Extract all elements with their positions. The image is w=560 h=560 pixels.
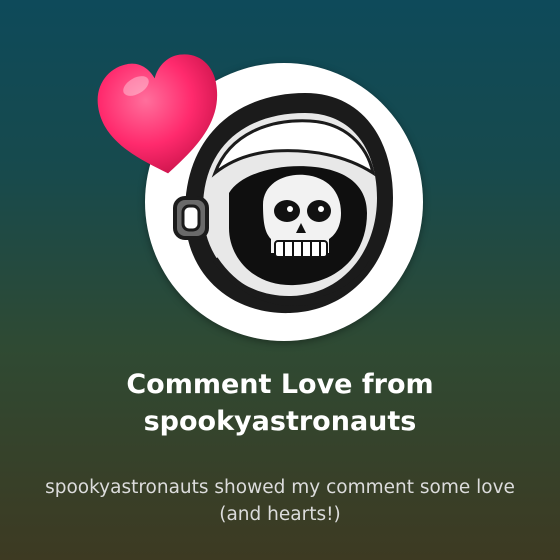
heart-icon [97,54,217,174]
notification-message: spookyastronauts showed my comment some … [45,477,515,525]
notification-title: Comment Love from spookyastronauts [126,369,434,437]
comment-love-card: Comment Love from spookyastronauts spook… [0,0,560,560]
